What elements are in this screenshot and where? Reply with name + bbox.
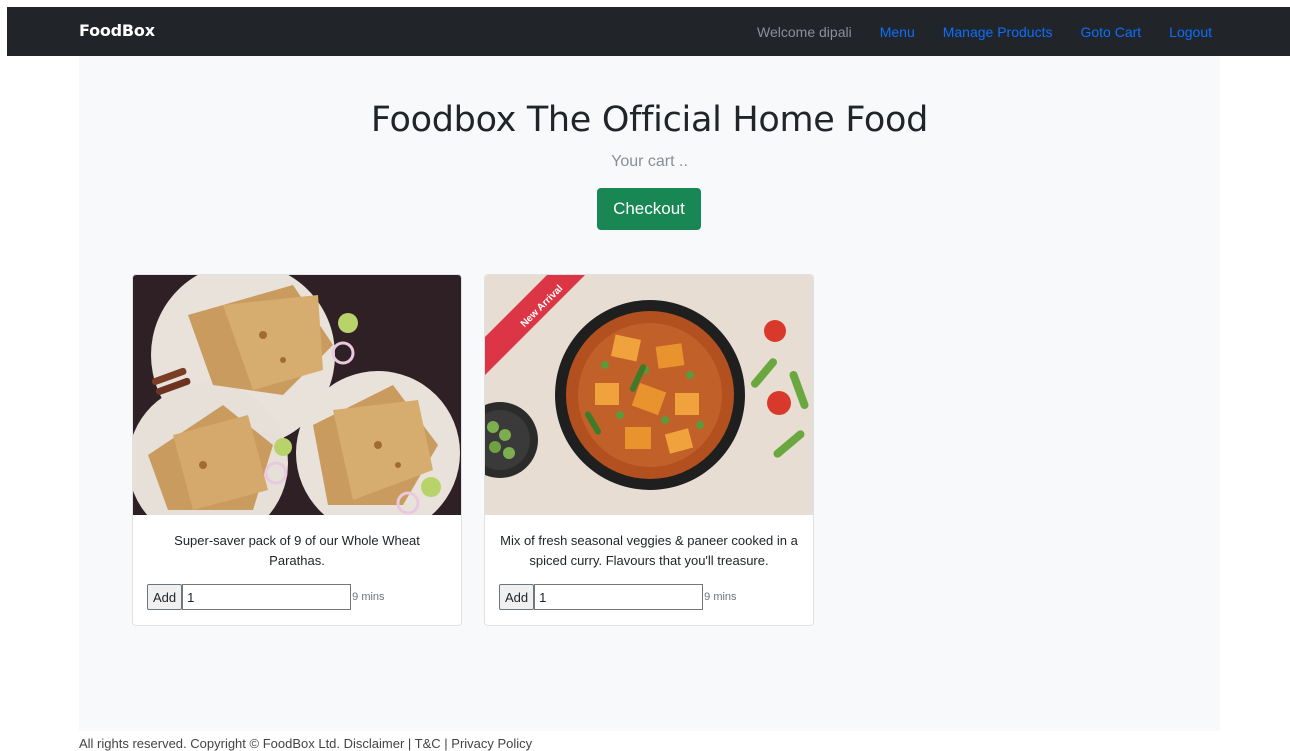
product-card: New Arrival Mix of fresh seasonal veggie… bbox=[484, 274, 814, 626]
quantity-input[interactable] bbox=[182, 584, 352, 610]
product-actions: Add 9 mins bbox=[499, 584, 737, 610]
prep-time: 9 mins bbox=[704, 591, 737, 603]
product-description: Mix of fresh seasonal veggies & paneer c… bbox=[500, 533, 798, 568]
page-subtitle: Your cart .. bbox=[611, 153, 688, 170]
brand-logo[interactable]: FoodBox bbox=[79, 21, 155, 40]
checkout-button[interactable]: Checkout bbox=[597, 188, 701, 230]
nav-links: Welcome dipali Menu Manage Products Goto… bbox=[757, 24, 1212, 40]
product-card: Super-saver pack of 9 of our Whole Wheat… bbox=[132, 274, 462, 626]
nav-link-logout[interactable]: Logout bbox=[1169, 24, 1212, 40]
product-description: Super-saver pack of 9 of our Whole Wheat… bbox=[174, 533, 420, 568]
main-container: Foodbox The Official Home Food Your cart… bbox=[79, 56, 1220, 731]
prep-time: 9 mins bbox=[352, 591, 385, 603]
page-title: Foodbox The Official Home Food bbox=[370, 100, 929, 140]
product-image-paneer-curry: New Arrival bbox=[485, 275, 813, 515]
add-button[interactable]: Add bbox=[499, 584, 535, 610]
product-image-parathas bbox=[133, 275, 461, 515]
add-button[interactable]: Add bbox=[147, 584, 183, 610]
navbar: FoodBox Welcome dipali Menu Manage Produ… bbox=[7, 7, 1290, 56]
welcome-text: Welcome dipali bbox=[757, 24, 852, 40]
product-actions: Add 9 mins bbox=[147, 584, 385, 610]
nav-link-manage-products[interactable]: Manage Products bbox=[943, 24, 1053, 40]
quantity-input[interactable] bbox=[534, 584, 704, 610]
footer-text: All rights reserved. Copyright © FoodBox… bbox=[79, 736, 533, 751]
nav-link-goto-cart[interactable]: Goto Cart bbox=[1080, 24, 1141, 40]
nav-link-menu[interactable]: Menu bbox=[880, 24, 915, 40]
